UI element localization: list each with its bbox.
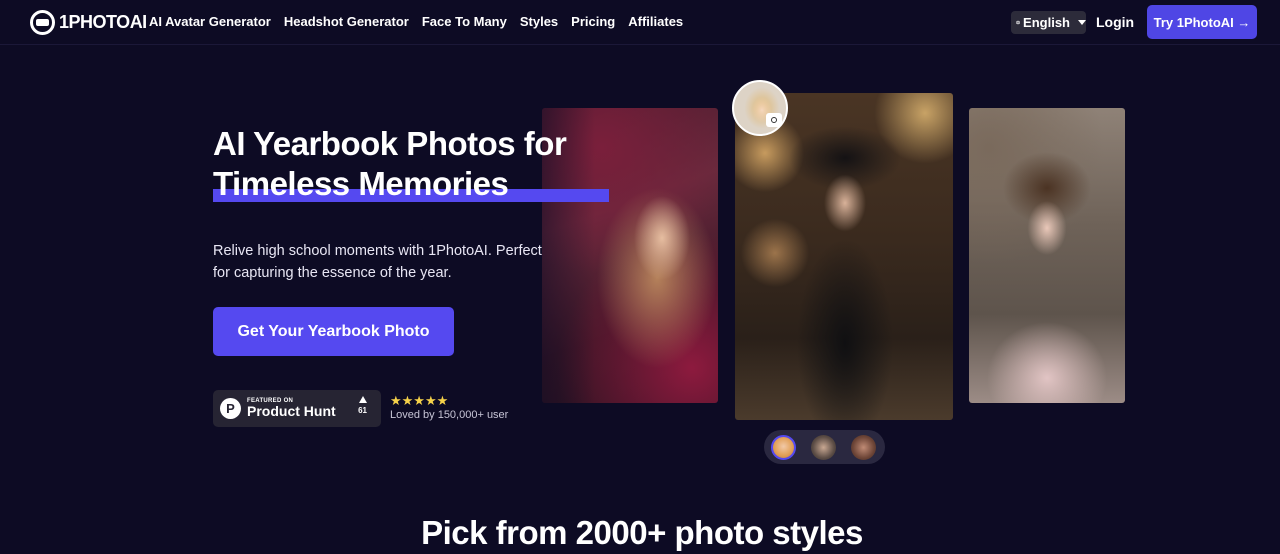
globe-icon	[1016, 20, 1020, 25]
loved-by-text: Loved by 150,000+ user	[390, 409, 509, 421]
camera-icon[interactable]	[766, 113, 782, 127]
camera-aperture-logo-icon	[30, 10, 55, 35]
rating-stars: ★★★★★	[390, 393, 449, 408]
nav-links: AI Avatar Generator Headshot Generator F…	[149, 14, 683, 29]
hero-title-line-1: AI Yearbook Photos for	[213, 125, 567, 162]
product-hunt-votes: 61	[358, 396, 367, 415]
product-hunt-texts: FEATURED ON Product Hunt	[247, 398, 336, 419]
face-thumbnail-1[interactable]	[771, 435, 796, 460]
top-navigation: 1PHOTOAI AI Avatar Generator Headshot Ge…	[0, 0, 1280, 44]
product-hunt-name: Product Hunt	[247, 403, 336, 419]
sample-photo-woman-tiara	[969, 108, 1125, 403]
nav-link-face-to-many[interactable]: Face To Many	[422, 14, 507, 29]
get-yearbook-photo-button[interactable]: Get Your Yearbook Photo	[213, 307, 454, 356]
sample-photo-woman-black-hat	[735, 93, 953, 420]
source-face-avatar	[732, 80, 788, 136]
language-label: English	[1023, 15, 1070, 30]
login-link[interactable]: Login	[1096, 14, 1134, 30]
hero-title-line-2: Timeless Memories	[213, 165, 509, 202]
hero-subtitle: Relive high school moments with 1PhotoAI…	[213, 243, 542, 281]
product-hunt-badge[interactable]: P FEATURED ON Product Hunt 61	[213, 390, 381, 427]
nav-link-headshot-generator[interactable]: Headshot Generator	[284, 14, 409, 29]
hero-title: AI Yearbook Photos for Timeless Memories	[213, 124, 593, 204]
product-hunt-vote-count: 61	[358, 406, 367, 415]
nav-divider	[0, 44, 1280, 45]
brand-logo[interactable]: 1PHOTOAI	[30, 10, 147, 35]
photo-styles-heading: Pick from 2000+ photo styles	[421, 514, 863, 551]
triangle-up-icon	[358, 396, 367, 403]
brand-name: 1PHOTOAI	[59, 12, 147, 32]
try-1photoai-button[interactable]: Try 1PhotoAI →	[1147, 5, 1257, 39]
face-thumbnail-3[interactable]	[851, 435, 876, 460]
nav-link-styles[interactable]: Styles	[520, 14, 558, 29]
nav-link-pricing[interactable]: Pricing	[571, 14, 615, 29]
language-selector[interactable]: English	[1011, 11, 1086, 34]
face-thumbnail-2[interactable]	[811, 435, 836, 460]
product-hunt-icon: P	[220, 398, 241, 419]
nav-link-ai-avatar-generator[interactable]: AI Avatar Generator	[149, 14, 271, 29]
nav-link-affiliates[interactable]: Affiliates	[628, 14, 683, 29]
caret-down-icon	[1078, 20, 1086, 25]
